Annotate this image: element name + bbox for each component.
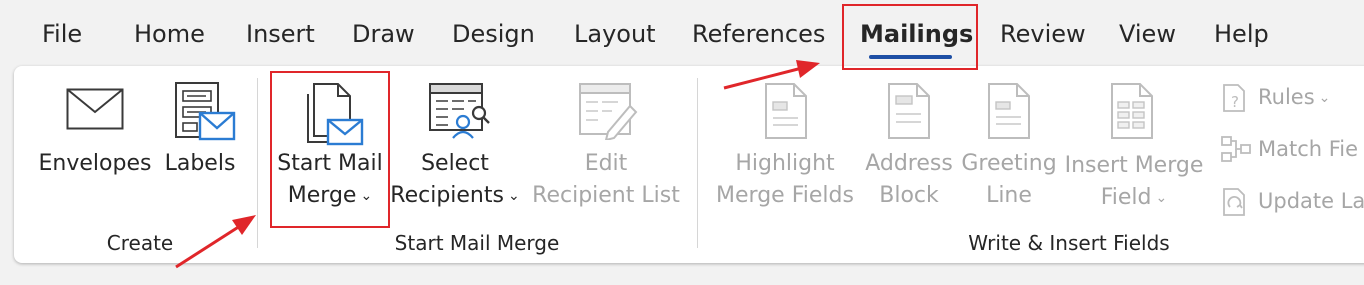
tab-insert[interactable]: Insert — [246, 18, 315, 50]
tab-draw[interactable]: Draw — [352, 18, 415, 50]
tab-file[interactable]: File — [42, 18, 82, 50]
address-block-icon — [888, 83, 930, 139]
select-recipients-button[interactable]: Select Recipients ⌄ — [390, 78, 520, 226]
select-recipients-icon — [429, 83, 490, 139]
group-separator — [697, 78, 698, 248]
chevron-down-icon: ⌄ — [1155, 190, 1168, 206]
update-labels-button[interactable]: Update La — [1220, 184, 1364, 218]
rules-label: Rules ⌄ — [1258, 85, 1331, 109]
tab-help[interactable]: Help — [1214, 18, 1269, 50]
tab-design[interactable]: Design — [452, 18, 535, 50]
labels-button[interactable]: Labels — [160, 78, 240, 198]
insert-merge-field-label-line2: Field ⌄ — [1100, 185, 1168, 210]
chevron-down-icon: ⌄ — [1318, 90, 1331, 106]
labels-icon — [175, 82, 236, 141]
select-recipients-label-line1: Select — [421, 151, 489, 176]
group-label-start-mail-merge: Start Mail Merge — [394, 231, 560, 255]
edit-recipient-list-label-line2: Recipient List — [532, 183, 680, 208]
greeting-line-icon — [988, 83, 1030, 139]
group-label-write-insert-fields: Write & Insert Fields — [968, 231, 1170, 255]
update-labels-icon — [1223, 188, 1245, 216]
annotation-box-mailings-tab — [842, 4, 978, 70]
group-separator — [257, 78, 258, 248]
greeting-line-button[interactable]: Greeting Line — [960, 78, 1058, 226]
labels-label: Labels — [164, 151, 236, 176]
address-block-button[interactable]: Address Block — [862, 78, 956, 226]
select-recipients-label-line2: Recipients ⌄ — [390, 183, 520, 208]
insert-merge-field-button[interactable]: Insert Merge Field ⌄ — [1064, 78, 1204, 226]
tab-home[interactable]: Home — [134, 18, 205, 50]
envelopes-label: Envelopes — [38, 151, 152, 176]
group-label-create: Create — [106, 231, 174, 255]
edit-recipient-list-label-line1: Edit — [584, 151, 628, 176]
match-fields-label: Match Fie — [1258, 137, 1359, 161]
greeting-line-label-line2: Line — [986, 183, 1032, 208]
tab-review[interactable]: Review — [1000, 18, 1086, 50]
greeting-line-label-line1: Greeting — [961, 151, 1057, 176]
envelopes-button[interactable]: Envelopes — [38, 78, 152, 198]
address-block-label-line2: Block — [879, 183, 939, 208]
chevron-down-icon: ⌄ — [507, 188, 520, 204]
highlight-merge-fields-label-line1: Highlight — [735, 151, 835, 176]
tab-view[interactable]: View — [1119, 18, 1176, 50]
highlight-merge-fields-label-line2: Merge Fields — [716, 183, 854, 208]
address-block-label-line1: Address — [865, 151, 953, 176]
update-labels-label: Update La — [1258, 189, 1364, 213]
highlight-merge-fields-icon — [765, 83, 807, 139]
insert-merge-field-icon — [1111, 83, 1153, 139]
annotation-box-start-mail-merge — [270, 71, 390, 228]
ribbon-tab-strip: File Home Insert Draw Design Layout Refe… — [0, 0, 1364, 66]
highlight-merge-fields-button[interactable]: Highlight Merge Fields — [712, 78, 858, 226]
tab-layout[interactable]: Layout — [574, 18, 656, 50]
match-fields-icon — [1221, 136, 1251, 162]
rules-button[interactable]: ? Rules ⌄ — [1220, 80, 1364, 114]
insert-merge-field-label-line1: Insert Merge — [1064, 153, 1204, 178]
tab-references[interactable]: References — [692, 18, 825, 50]
match-fields-button[interactable]: Match Fie — [1220, 132, 1364, 166]
svg-text:?: ? — [1231, 93, 1239, 111]
rules-icon: ? — [1223, 84, 1245, 112]
edit-recipient-list-icon — [579, 83, 638, 140]
edit-recipient-list-button[interactable]: Edit Recipient List — [530, 78, 682, 226]
envelope-icon — [66, 88, 124, 130]
